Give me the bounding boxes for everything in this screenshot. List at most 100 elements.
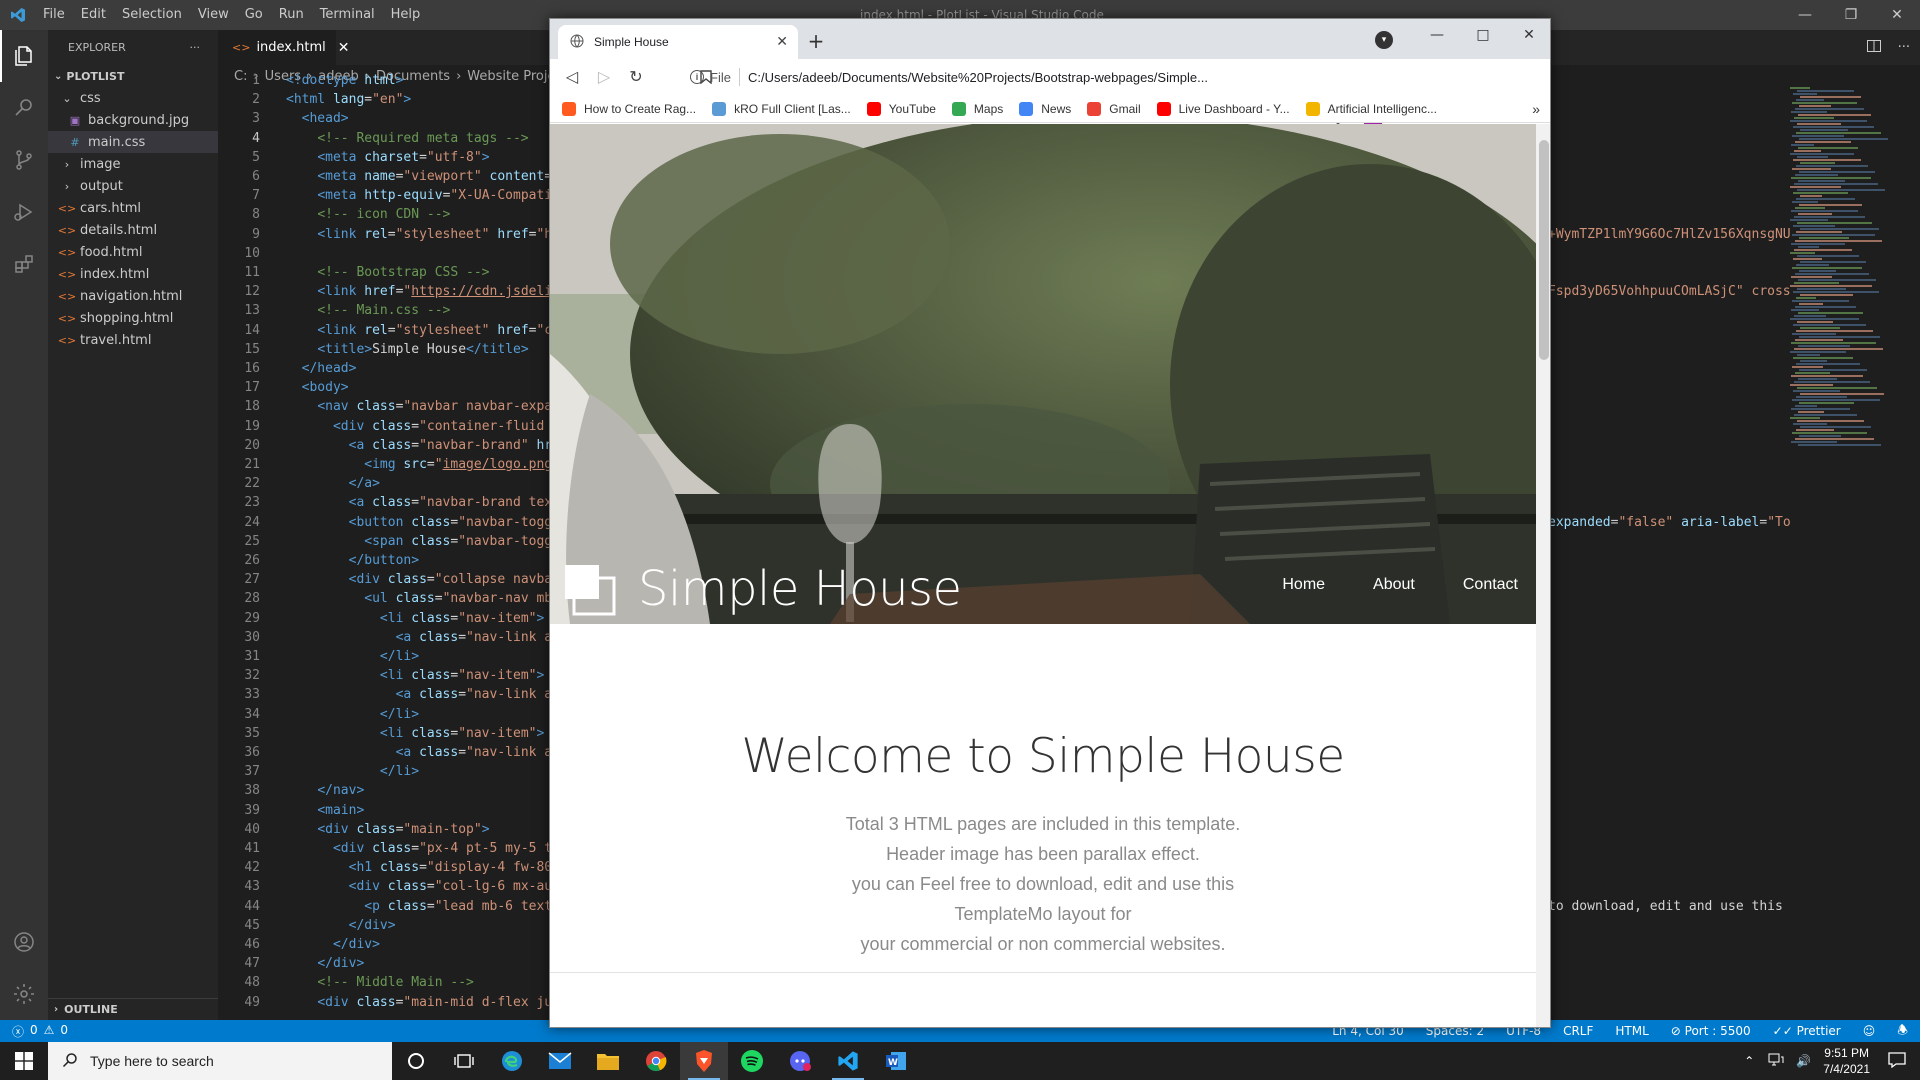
- forward-icon[interactable]: ▷: [588, 61, 620, 93]
- brand-name[interactable]: Simple House: [638, 561, 962, 617]
- tab-index-html[interactable]: <> index.html ✕: [218, 30, 349, 65]
- language-mode[interactable]: HTML: [1615, 1024, 1648, 1038]
- notifications-bell-icon[interactable]: 🕭: [1897, 1021, 1908, 1042]
- page-scrollbar[interactable]: [1536, 124, 1550, 1027]
- more-bookmarks-icon[interactable]: »: [1532, 95, 1540, 123]
- code-line[interactable]: <!-- Main.css -->: [286, 301, 450, 320]
- code-line[interactable]: <a class="nav-link a: [286, 685, 553, 704]
- vscode-taskbar-icon[interactable]: [824, 1042, 872, 1080]
- code-line[interactable]: <link href="https://cdn.jsdeli: [286, 282, 552, 301]
- code-line[interactable]: <p class="lead mb-6 text: [286, 897, 552, 916]
- code-line[interactable]: </li>: [286, 762, 419, 781]
- code-line[interactable]: <div class="col-lg-6 mx-au: [286, 877, 553, 896]
- code-line[interactable]: </div>: [286, 935, 380, 954]
- explorer-icon[interactable]: [0, 30, 48, 82]
- site-nav-about[interactable]: About: [1373, 576, 1415, 594]
- site-nav-home[interactable]: Home: [1282, 576, 1325, 594]
- code-line[interactable]: <a class="nav-link a: [286, 628, 553, 647]
- minimap[interactable]: [1790, 87, 1910, 467]
- code-line[interactable]: <nav class="navbar navbar-expa: [286, 397, 552, 416]
- back-icon[interactable]: ◁: [556, 61, 588, 93]
- bookmark-item[interactable]: kRO Full Client [Las...: [712, 101, 851, 116]
- code-line[interactable]: <a class="navbar-brand tex: [286, 493, 553, 512]
- menu-item-terminal[interactable]: Terminal: [312, 0, 383, 30]
- search-icon[interactable]: [0, 82, 48, 134]
- reload-icon[interactable]: ↻: [620, 61, 652, 93]
- cortana-icon[interactable]: [392, 1042, 440, 1080]
- code-line[interactable]: <div class="collapse navba: [286, 570, 553, 589]
- chrome-icon[interactable]: [632, 1042, 680, 1080]
- windows-start-icon[interactable]: [0, 1042, 48, 1080]
- source-control-icon[interactable]: [0, 134, 48, 186]
- explorer-item-travel-html[interactable]: <> travel.html: [48, 329, 218, 351]
- brand-logo-icon[interactable]: [564, 564, 616, 616]
- bookmark-item[interactable]: Gmail: [1087, 101, 1141, 116]
- new-tab-button[interactable]: +: [802, 27, 830, 55]
- tray-chevron-up-icon[interactable]: ⌃: [1744, 1054, 1754, 1068]
- menu-item-help[interactable]: Help: [383, 0, 429, 30]
- close-button[interactable]: ✕: [1874, 0, 1920, 30]
- explorer-item-image[interactable]: › image: [48, 153, 218, 175]
- code-line[interactable]: <meta http-equiv="X-UA-Compati: [286, 186, 552, 205]
- code-line[interactable]: </div>: [286, 954, 364, 973]
- code-line[interactable]: <link rel="stylesheet" href="h: [286, 225, 552, 244]
- problems-indicator[interactable]: ⓧ 0 ⚠ 0: [0, 1023, 68, 1040]
- menu-item-view[interactable]: View: [190, 0, 237, 30]
- code-line[interactable]: </head>: [286, 359, 357, 378]
- close-tab-icon[interactable]: ✕: [776, 33, 788, 50]
- explorer-item-food-html[interactable]: <> food.html: [48, 241, 218, 263]
- bookmark-item[interactable]: YouTube: [866, 101, 936, 116]
- restore-button[interactable]: ❐: [1828, 0, 1874, 30]
- explorer-item-details-html[interactable]: <> details.html: [48, 219, 218, 241]
- settings-gear-icon[interactable]: [0, 968, 48, 1020]
- code-line[interactable]: <!-- Middle Main -->: [286, 973, 474, 992]
- task-view-icon[interactable]: [440, 1042, 488, 1080]
- code-line[interactable]: <ul class="navbar-nav mb: [286, 589, 552, 608]
- close-button[interactable]: ✕: [1506, 19, 1550, 51]
- split-editor-icon[interactable]: [1866, 38, 1882, 58]
- explorer-item-index-html[interactable]: <> index.html: [48, 263, 218, 285]
- browser-tab-simple-house[interactable]: Simple House ✕: [558, 25, 798, 59]
- extensions-icon[interactable]: [0, 238, 48, 290]
- project-folder-header[interactable]: ⌄ PLOTLIST: [48, 65, 218, 87]
- code-line[interactable]: <li class="nav-item">: [286, 666, 544, 685]
- notification-center-icon[interactable]: [1888, 1051, 1906, 1071]
- outline-section[interactable]: › OUTLINE: [48, 998, 218, 1020]
- code-line[interactable]: </nav>: [286, 781, 364, 800]
- code-line[interactable]: <li class="nav-item">: [286, 724, 544, 743]
- code-line[interactable]: </li>: [286, 705, 419, 724]
- run-debug-icon[interactable]: [0, 186, 48, 238]
- code-line[interactable]: <img src="image/logo.png: [286, 455, 552, 474]
- live-server-port[interactable]: ⊘ Port : 5500: [1671, 1024, 1751, 1038]
- minimize-button[interactable]: —: [1414, 19, 1460, 51]
- code-line[interactable]: </a>: [286, 474, 380, 493]
- bookmark-item[interactable]: Maps: [951, 101, 1003, 116]
- code-line[interactable]: <h1 class="display-4 fw-80: [286, 858, 553, 877]
- menu-item-selection[interactable]: Selection: [114, 0, 190, 30]
- code-line[interactable]: <!doctype html>: [286, 71, 403, 90]
- code-line-overflow[interactable]: +WymTZP1lmY9G6Oc7HlZv156XqnsgNU: [1548, 225, 1791, 244]
- code-line[interactable]: <head>: [286, 109, 349, 128]
- code-line[interactable]: <meta charset="utf-8">: [286, 148, 489, 167]
- prettier-status[interactable]: ✓✓ Prettier: [1773, 1024, 1841, 1038]
- bookmark-item[interactable]: Artificial Intelligenc...: [1305, 101, 1437, 116]
- code-line[interactable]: <!-- icon CDN -->: [286, 205, 450, 224]
- address-bar[interactable]: i File C:/Users/adeeb/Documents/Website%…: [690, 63, 1330, 91]
- code-line[interactable]: <a class="navbar-brand" hr: [286, 436, 553, 455]
- brave-browser-icon[interactable]: [680, 1042, 728, 1080]
- explorer-item-background-jpg[interactable]: ▣ background.jpg: [48, 109, 218, 131]
- bookmark-item[interactable]: News: [1019, 101, 1071, 116]
- minimize-button[interactable]: —: [1782, 0, 1828, 30]
- discord-icon[interactable]: [776, 1042, 824, 1080]
- explorer-item-navigation-html[interactable]: <> navigation.html: [48, 285, 218, 307]
- code-line-overflow[interactable]: expanded="false" aria-label="To: [1548, 513, 1791, 532]
- bookmark-item[interactable]: How to Create Rag...: [562, 101, 696, 116]
- code-line[interactable]: <a class="nav-link a: [286, 743, 553, 762]
- explorer-item-cars-html[interactable]: <> cars.html: [48, 197, 218, 219]
- volume-icon[interactable]: 🔊: [1796, 1054, 1811, 1068]
- page-scrollbar-thumb[interactable]: [1539, 140, 1549, 360]
- code-line[interactable]: <body>: [286, 378, 349, 397]
- accounts-icon[interactable]: [0, 916, 48, 968]
- menu-item-go[interactable]: Go: [237, 0, 271, 30]
- code-line[interactable]: <div class="px-4 pt-5 my-5 t: [286, 839, 552, 858]
